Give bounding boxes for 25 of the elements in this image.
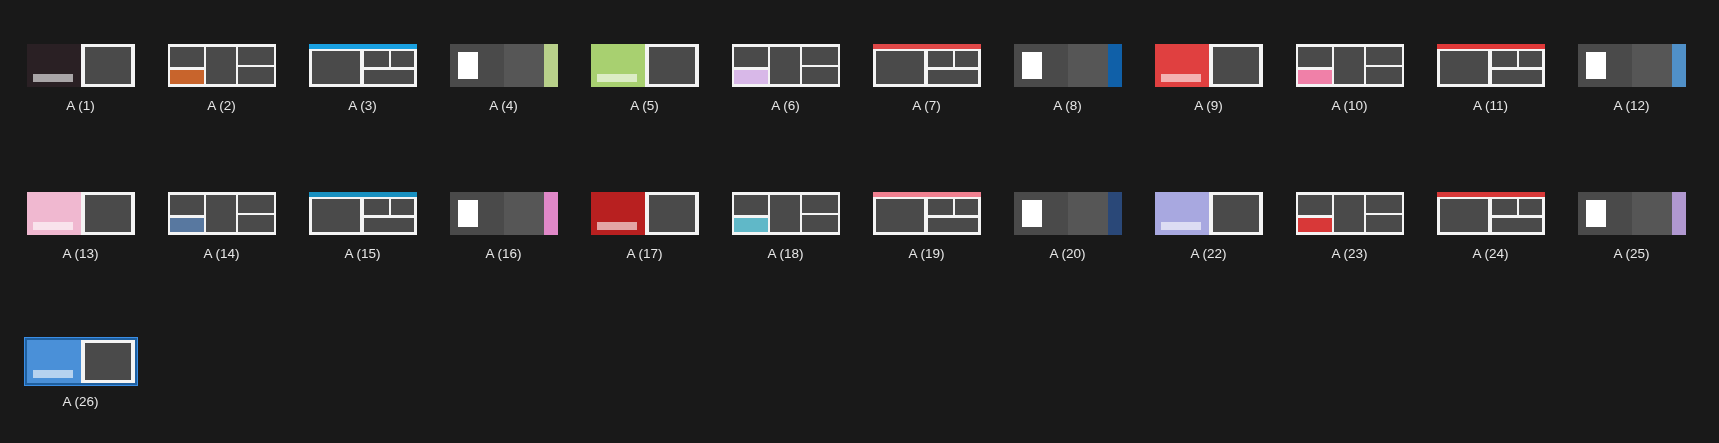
- file-name: A (10): [1331, 98, 1368, 113]
- file-name: A (14): [203, 246, 240, 261]
- file-name: A (26): [62, 394, 99, 409]
- file-name: A (20): [1049, 246, 1086, 261]
- file-name: A (11): [1473, 98, 1508, 113]
- file-name: A (9): [1194, 98, 1223, 113]
- file-name: A (16): [485, 246, 522, 261]
- file-name: A (4): [489, 98, 518, 113]
- file-name: A (22): [1190, 246, 1227, 261]
- file-name: A (17): [626, 246, 663, 261]
- file-name: A (7): [912, 98, 941, 113]
- file-name: A (6): [771, 98, 800, 113]
- file-name: A (1): [66, 98, 95, 113]
- file-name: A (12): [1613, 98, 1650, 113]
- file-name: A (8): [1053, 98, 1082, 113]
- file-name: A (23): [1331, 246, 1368, 261]
- file-name: A (2): [207, 98, 236, 113]
- file-name: A (15): [344, 246, 381, 261]
- file-name: A (18): [767, 246, 804, 261]
- file-name: A (19): [908, 246, 945, 261]
- file-name: A (13): [62, 246, 99, 261]
- file-name: A (24): [1472, 246, 1509, 261]
- file-name: A (5): [630, 98, 659, 113]
- file-name: A (25): [1613, 246, 1650, 261]
- file-name: A (3): [348, 98, 377, 113]
